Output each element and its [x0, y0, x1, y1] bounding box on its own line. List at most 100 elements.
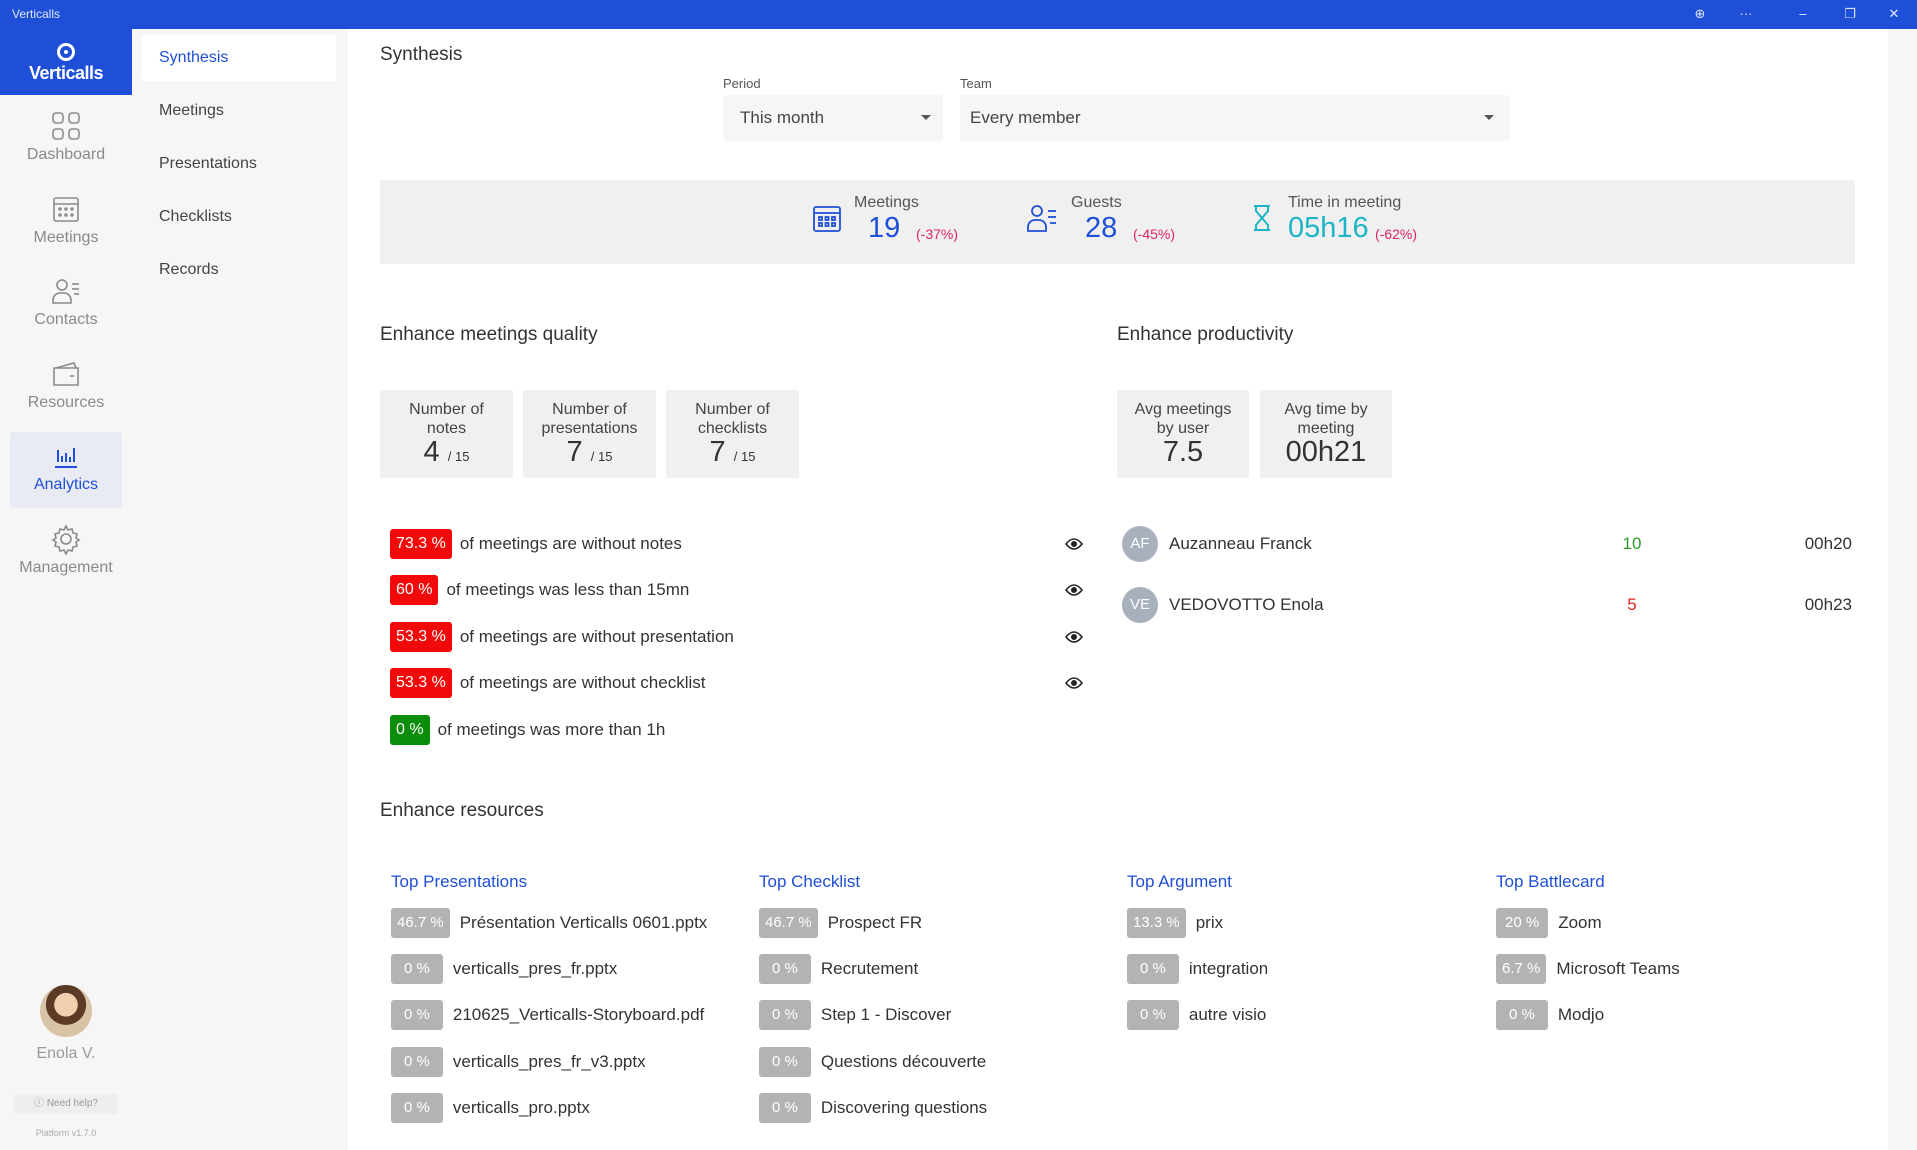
resource-item[interactable]: 0 % Step 1 - Discover: [759, 1000, 1119, 1030]
percent-badge: 0 %: [759, 1047, 811, 1077]
stat-label: Number of checklists: [695, 401, 770, 437]
subnav-meetings[interactable]: Meetings: [142, 88, 336, 134]
quality-row: 0 % of meetings was more than 1h: [390, 715, 1090, 745]
subnav-presentations[interactable]: Presentations: [142, 141, 336, 187]
eye-icon[interactable]: [1065, 583, 1083, 597]
nav-management[interactable]: Management: [10, 515, 122, 591]
team-select[interactable]: Every member: [960, 95, 1510, 141]
more-icon[interactable]: ···: [1734, 4, 1758, 24]
period-label: Period: [723, 76, 761, 91]
calendar-icon: [813, 206, 841, 232]
stat-value: 7.5: [1162, 436, 1204, 468]
chevron-down-icon: [921, 115, 931, 120]
left-nav: Verticalls Dashboard Meetings Contacts R…: [0, 29, 132, 1150]
resource-name: Microsoft Teams: [1556, 959, 1680, 978]
resource-item[interactable]: 0 % autre visio: [1127, 1000, 1487, 1030]
percent-badge: 6.7 %: [1496, 954, 1547, 984]
resource-name: Discovering questions: [820, 1098, 988, 1117]
kpi-value: 28: [1085, 212, 1118, 244]
resource-item[interactable]: 0 % Questions découverte: [759, 1047, 1119, 1077]
sub-nav: Synthesis Meetings Presentations Checkli…: [132, 29, 348, 1150]
percent-badge: 60 %: [390, 575, 439, 605]
resource-item[interactable]: 0 % integration: [1127, 954, 1487, 984]
resource-item[interactable]: 0 % verticalls_pres_fr_v3.pptx: [391, 1047, 751, 1077]
top-presentations-title[interactable]: Top Presentations: [391, 872, 527, 892]
nav-dashboard[interactable]: Dashboard: [10, 102, 122, 178]
scrollbar[interactable]: [1888, 29, 1917, 1150]
minimize-button[interactable]: –: [1791, 4, 1815, 24]
nav-resources[interactable]: Resources: [10, 350, 122, 426]
kpi-value: 19: [868, 212, 901, 244]
contact-icon: [52, 279, 79, 304]
folder-icon: [53, 362, 79, 386]
resource-item[interactable]: 6.7 % Microsoft Teams: [1496, 954, 1816, 984]
stat-total: / 15: [733, 449, 756, 464]
zoom-icon[interactable]: ⊕: [1688, 4, 1712, 24]
nav-meetings[interactable]: Meetings: [10, 185, 122, 261]
top-battlecard-title[interactable]: Top Battlecard: [1496, 872, 1605, 892]
productivity-title: Enhance productivity: [1117, 324, 1294, 345]
logo-text: Verticalls: [28, 63, 104, 83]
restore-button[interactable]: ❐: [1838, 4, 1862, 24]
quality-row: 53.3 % of meetings are without checklist: [390, 668, 1090, 698]
close-button[interactable]: ✕: [1882, 4, 1906, 24]
percent-badge: 0 %: [1127, 954, 1179, 984]
resource-item[interactable]: 46.7 % Prospect FR: [759, 908, 1119, 938]
team-label: Team: [960, 76, 992, 91]
kpi-guests: Guests 28 (-45%): [1071, 180, 1211, 264]
chart-icon: [55, 448, 77, 468]
resource-item[interactable]: 0 % Modjo: [1496, 1000, 1816, 1030]
meeting-count: 10: [1622, 534, 1642, 553]
window-title: Verticalls: [12, 7, 61, 21]
user-name: Enola V.: [36, 1045, 96, 1062]
percent-badge: 0 %: [391, 1047, 443, 1077]
resource-item[interactable]: 20 % Zoom: [1496, 908, 1816, 938]
subnav-records[interactable]: Records: [142, 247, 336, 293]
percent-badge: 0 %: [391, 1093, 443, 1123]
resource-item[interactable]: 0 % verticalls_pro.pptx: [391, 1093, 751, 1123]
resource-item[interactable]: 0 % Recrutement: [759, 954, 1119, 984]
help-label: Need help?: [46, 1098, 98, 1109]
subnav-synthesis[interactable]: Synthesis: [142, 35, 336, 81]
kpi-delta: (-37%): [916, 226, 959, 242]
chevron-down-icon: [1484, 115, 1494, 120]
resource-item[interactable]: 0 % Discovering questions: [759, 1093, 1119, 1123]
resource-item[interactable]: 46.7 % Présentation Verticalls 0601.pptx: [391, 908, 751, 938]
help-button[interactable]: ⓘ Need help?: [14, 1094, 118, 1114]
nav-label: Contacts: [34, 311, 98, 328]
nav-contacts[interactable]: Contacts: [10, 267, 122, 343]
resource-item[interactable]: 0 % 210625_Verticalls-Storyboard.pdf: [391, 1000, 751, 1030]
team-value: Every member: [970, 108, 1081, 127]
nav-label: Meetings: [33, 229, 99, 246]
hourglass-icon: [1254, 205, 1270, 231]
user-name: Auzanneau Franck: [1169, 534, 1312, 553]
eye-icon[interactable]: [1065, 630, 1083, 644]
subnav-checklists[interactable]: Checklists: [142, 194, 336, 240]
logo[interactable]: Verticalls: [0, 29, 132, 95]
resource-name: Recrutement: [820, 959, 919, 978]
nav-label: Resources: [27, 394, 105, 411]
resource-item[interactable]: 0 % verticalls_pres_fr.pptx: [391, 954, 751, 984]
top-checklist-title[interactable]: Top Checklist: [759, 872, 860, 892]
period-select[interactable]: This month: [723, 95, 943, 141]
user-row[interactable]: VE VEDOVOTTO Enola 5 00h23: [1122, 587, 1852, 623]
eye-icon[interactable]: [1065, 676, 1083, 690]
nav-label: Management: [19, 559, 113, 576]
top-argument-title[interactable]: Top Argument: [1127, 872, 1232, 892]
quality-text: of meetings are without presentation: [459, 627, 734, 646]
avg-time: 00h23: [1804, 595, 1852, 614]
user-avatar[interactable]: [40, 985, 92, 1037]
resource-name: Questions découverte: [820, 1052, 987, 1071]
nav-analytics[interactable]: Analytics: [10, 432, 122, 508]
resource-name: Zoom: [1558, 913, 1602, 932]
meeting-count: 5: [1627, 595, 1637, 614]
resource-name: verticalls_pres_fr_v3.pptx: [452, 1052, 646, 1071]
stat-card-avg-meetings: Avg meetings by user 7.5: [1117, 390, 1249, 478]
percent-badge: 13.3 %: [1127, 908, 1186, 938]
eye-icon[interactable]: [1065, 537, 1083, 551]
user-initials-avatar: AF: [1122, 526, 1158, 562]
user-row[interactable]: AF Auzanneau Franck 10 00h20: [1122, 526, 1852, 562]
avg-time: 00h20: [1804, 534, 1852, 553]
user-name: VEDOVOTTO Enola: [1169, 595, 1324, 614]
resource-item[interactable]: 13.3 % prix: [1127, 908, 1487, 938]
